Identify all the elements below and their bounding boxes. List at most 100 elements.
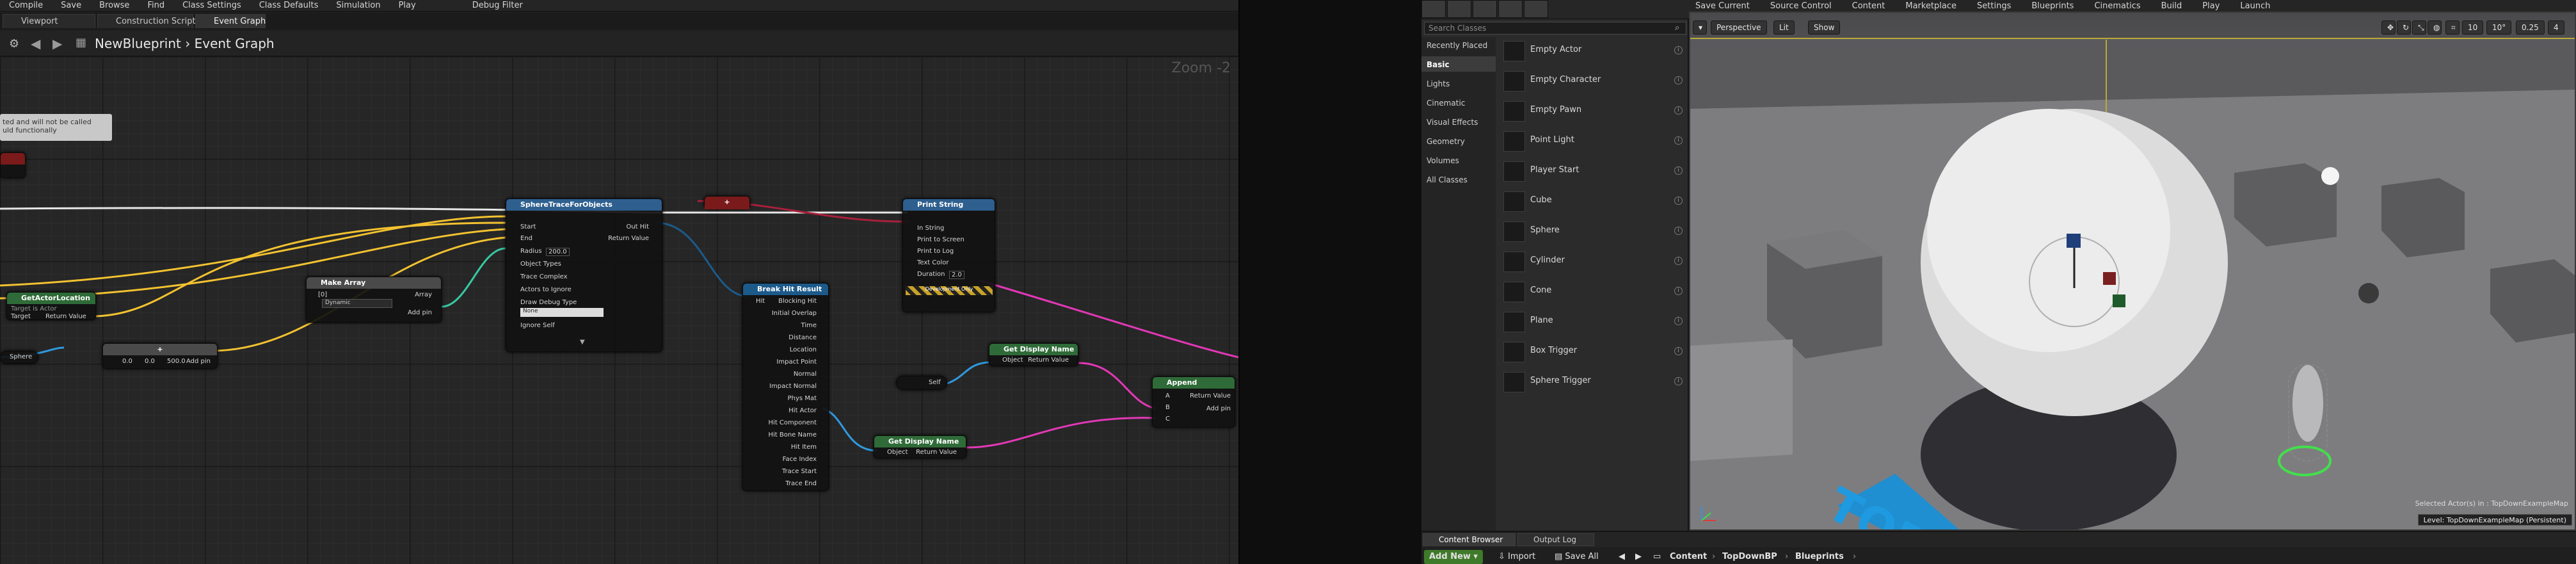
toolbar-save-current[interactable]: Save Current [1695, 1, 1750, 11]
menu-save[interactable]: Save [61, 1, 81, 10]
tab-viewport[interactable]: Viewport [3, 14, 95, 28]
paint-mode-icon[interactable] [1447, 0, 1471, 18]
pin-ignore-self[interactable]: Ignore Self [520, 322, 555, 329]
pin-draw-debug-type[interactable]: Draw Debug Type [520, 299, 577, 306]
node-print-string[interactable]: Print String In String Print to Screen P… [902, 198, 995, 312]
actor-cube[interactable]: Cube i [1500, 188, 1686, 216]
pin-start[interactable]: Start [520, 223, 536, 230]
viewport-options-icon[interactable]: ▾ [1693, 20, 1707, 35]
gdn2-object[interactable]: Object [887, 449, 908, 456]
actor-point-light[interactable]: Point Light i [1500, 127, 1686, 156]
pin-actors-to-ignore[interactable]: Actors to Ignore [520, 286, 572, 293]
actor-sphere[interactable]: Sphere i [1500, 218, 1686, 246]
gdn1-object[interactable]: Object [1002, 357, 1023, 364]
world-local-icon[interactable]: ◍ [2428, 20, 2442, 35]
grid-snap-value[interactable]: 10 [2462, 20, 2484, 35]
append-add-pin[interactable]: Add pin [1206, 405, 1231, 412]
category-geometry[interactable]: Geometry [1427, 137, 1465, 146]
menu-simulation[interactable]: Simulation [336, 1, 380, 10]
break-hit-out-14[interactable]: Trace Start [782, 468, 817, 475]
info-icon[interactable]: i [1674, 136, 1683, 145]
scale-icon[interactable]: ⤡ [2412, 20, 2426, 35]
break-hit-out-8[interactable]: Phys Mat [788, 395, 817, 402]
break-hit-out-6[interactable]: Normal [794, 371, 817, 378]
surface-snap-icon[interactable]: ⌗ [2445, 20, 2460, 35]
node-make-array[interactable]: Make Array [0] Dynamic Array Add pin [306, 277, 442, 323]
pin-object-types[interactable]: Object Types [520, 261, 561, 268]
category-volumes[interactable]: Volumes [1427, 156, 1459, 165]
pin-trace-complex[interactable]: Trace Complex [520, 273, 568, 280]
foliage-mode-icon[interactable] [1498, 0, 1523, 18]
vector-add-x[interactable]: 0.0 [122, 358, 132, 365]
info-icon[interactable]: i [1674, 46, 1683, 54]
actor-plane[interactable]: Plane i [1500, 308, 1686, 336]
toolbar-marketplace[interactable]: Marketplace [1905, 1, 1956, 11]
info-icon[interactable]: i [1674, 197, 1683, 205]
vector-add-add-pin[interactable]: Add pin [186, 358, 211, 365]
gdn1-return[interactable]: Return Value [1028, 357, 1069, 364]
category-all-classes[interactable]: All Classes [1427, 175, 1468, 184]
search-classes-input[interactable]: Search Classes [1424, 22, 1686, 35]
make-array-dropdown[interactable]: Dynamic [322, 299, 392, 308]
place-mode-icon[interactable] [1421, 0, 1446, 18]
vector-add-z[interactable]: 500.0 [167, 358, 186, 365]
break-hit-in[interactable]: Hit [756, 298, 765, 305]
node-partial[interactable] [0, 152, 26, 178]
info-icon[interactable]: i [1674, 287, 1683, 295]
toolbar-launch[interactable]: Launch [2240, 1, 2270, 11]
break-hit-out-2[interactable]: Time [801, 322, 817, 329]
show-button[interactable]: Show [1808, 20, 1841, 35]
rotation-snap-value[interactable]: 10° [2486, 20, 2512, 35]
actor-empty-actor[interactable]: Empty Actor i [1500, 37, 1686, 65]
node-get-display-name-2[interactable]: Get Display Name Object Return Value [874, 435, 966, 458]
tab-event-graph[interactable]: Event Graph [195, 14, 266, 28]
category-basic[interactable]: Basic [1427, 60, 1450, 69]
print-pin-text-color[interactable]: Text Color [917, 259, 949, 266]
category-cinematic[interactable]: Cinematic [1427, 99, 1465, 108]
toolbar-play[interactable]: Play [2202, 1, 2220, 11]
path-content[interactable]: Content [1665, 550, 1712, 564]
node-get-actor-location[interactable]: GetActorLocation Target is Actor Target … [6, 292, 96, 320]
node-break-hit-result[interactable]: Break Hit Result Hit Blocking Hit Initia… [742, 283, 829, 491]
break-hit-out-9[interactable]: Hit Actor [788, 407, 817, 414]
append-pin-a[interactable]: A [1165, 392, 1170, 399]
break-hit-out-15[interactable]: Trace End [785, 480, 817, 487]
print-pin-to-screen[interactable]: Print to Screen [917, 236, 964, 243]
tab-construction-script[interactable]: Construction Script [97, 14, 196, 28]
folder-icon[interactable]: ▭ [1648, 550, 1666, 564]
make-array-out[interactable]: Array [415, 291, 432, 298]
break-hit-out-12[interactable]: Hit Item [791, 444, 817, 451]
actor-cylinder[interactable]: Cylinder i [1500, 248, 1686, 276]
pin-target[interactable]: Target [11, 313, 31, 320]
translate-icon[interactable]: ✥ [2381, 20, 2396, 35]
scale-snap-value[interactable]: 0.25 [2516, 20, 2545, 35]
break-hit-out-7[interactable]: Impact Normal [769, 383, 817, 390]
comment-box[interactable]: ted and will not be called uld functiona… [0, 114, 112, 141]
breadcrumb-root[interactable]: NewBlueprint [95, 36, 181, 51]
geometry-mode-icon[interactable] [1524, 0, 1548, 18]
actor-box-trigger[interactable]: Box Trigger i [1500, 338, 1686, 366]
menu-class-defaults[interactable]: Class Defaults [259, 1, 319, 10]
info-icon[interactable]: i [1674, 317, 1683, 325]
forward-arrow-icon[interactable]: ▶ [52, 36, 62, 51]
landscape-mode-icon[interactable] [1473, 0, 1497, 18]
print-pin-in-string[interactable]: In String [917, 225, 944, 232]
break-hit-out-5[interactable]: Impact Point [776, 359, 817, 366]
nav-back-icon[interactable]: ◀ [1613, 550, 1630, 564]
menu-compile[interactable]: Compile [9, 1, 43, 10]
info-icon[interactable]: i [1674, 377, 1683, 385]
toolbar-settings[interactable]: Settings [1977, 1, 2011, 11]
info-icon[interactable]: i [1674, 227, 1683, 235]
break-hit-out-3[interactable]: Distance [788, 334, 817, 341]
actor-player-start[interactable]: Player Start i [1500, 157, 1686, 186]
lit-button[interactable]: Lit [1773, 20, 1795, 35]
pin-out-hit[interactable]: Out Hit [626, 223, 649, 230]
break-hit-out-13[interactable]: Face Index [783, 456, 817, 463]
info-icon[interactable]: i [1674, 76, 1683, 85]
node-self[interactable]: Self [896, 376, 947, 390]
actor-cone[interactable]: Cone i [1500, 278, 1686, 306]
category-lights[interactable]: Lights [1427, 79, 1450, 88]
event-graph-canvas[interactable]: Zoom -2 ted and will not be called uld f… [0, 56, 1238, 564]
break-hit-out-4[interactable]: Location [790, 346, 817, 353]
import-button[interactable]: ⇩ Import [1493, 550, 1540, 564]
